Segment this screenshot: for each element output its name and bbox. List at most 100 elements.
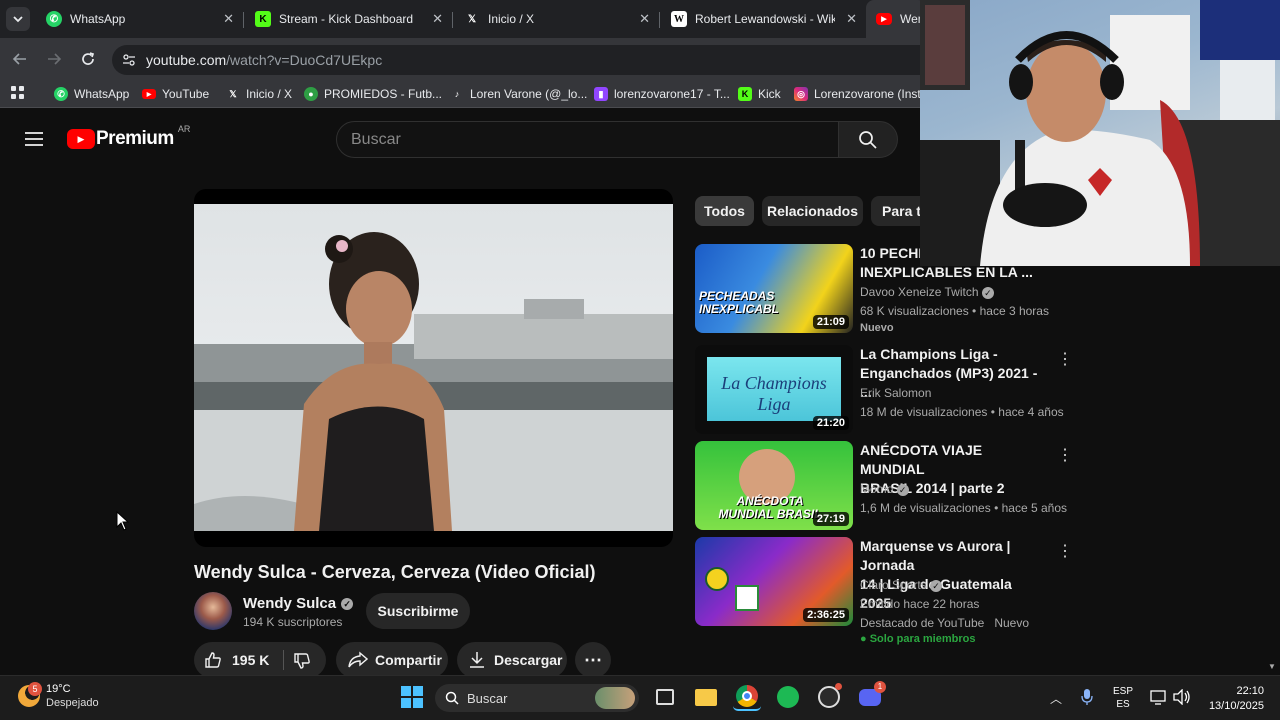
like-count: 195 K <box>232 652 270 668</box>
mouse-cursor-icon <box>116 511 130 531</box>
tab-separator <box>452 12 453 28</box>
spotify-taskbar-button[interactable] <box>774 683 802 711</box>
channel-name[interactable]: Erik Salomon <box>860 386 931 400</box>
more-actions-button[interactable]: ⋯ <box>575 642 611 678</box>
back-button[interactable] <box>12 51 28 72</box>
tab-title: Robert Lewandowski - Wikip <box>695 12 835 26</box>
channel-label: Momo <box>860 482 894 496</box>
new-badge: Nuevo <box>860 322 894 334</box>
weather-widget[interactable]: 5 19°C Despejado <box>18 682 99 710</box>
obs-taskbar-button[interactable] <box>815 683 843 711</box>
volume-icon[interactable] <box>1173 688 1191 710</box>
language-indicator[interactable]: ESP ES <box>1113 685 1133 711</box>
channel-name[interactable]: Momo ✓ <box>860 482 909 496</box>
chip-label: Relacionados <box>766 203 859 219</box>
bookmark-kick[interactable]: K Kick <box>738 85 781 103</box>
site-settings-icon[interactable] <box>122 53 136 67</box>
search-icon <box>859 130 877 149</box>
video-thumbnail[interactable]: PECHEADAS INEXPLICABL 21:09 <box>695 244 853 333</box>
file-explorer-button[interactable] <box>692 683 720 711</box>
share-button[interactable]: Compartir <box>336 642 448 678</box>
video-meta: Emitido hace 22 horas <box>860 597 980 611</box>
promiedos-icon: ● <box>304 87 318 101</box>
menu-icon[interactable] <box>24 131 44 152</box>
youtube-premium-logo[interactable]: ▶ Premium AR <box>67 124 190 150</box>
webcam-image <box>920 0 1280 266</box>
download-label: Descargar <box>494 652 563 668</box>
taskbar-search[interactable]: Buscar <box>435 684 639 712</box>
video-thumbnail[interactable]: 2:36:25 <box>695 537 853 626</box>
video-thumbnail[interactable]: ANÉCDOTA MUNDIAL BRASIL 27:19 <box>695 441 853 530</box>
bookmark-tiktok[interactable]: ♪ Loren Varone (@_lo... <box>450 85 588 103</box>
chip-relacionados[interactable]: Relacionados <box>762 196 863 226</box>
tab-search-button[interactable] <box>6 7 30 31</box>
search-button[interactable] <box>838 121 898 158</box>
close-icon[interactable]: ✕ <box>223 11 234 27</box>
video-player[interactable] <box>194 189 673 547</box>
channel-label: Davoo Xeneize Twitch <box>860 285 979 299</box>
subscribe-button[interactable]: Suscribirme <box>366 593 470 629</box>
more-vert-icon[interactable]: ⋮ <box>1057 445 1073 465</box>
address-bar[interactable]: youtube.com/watch?v=DuoCd7UEkpc <box>112 45 942 75</box>
channel-name[interactable]: Claro Sports ✓ <box>860 578 943 592</box>
apps-icon[interactable] <box>11 86 25 105</box>
close-icon[interactable]: ✕ <box>432 11 443 27</box>
tab-separator <box>243 12 244 28</box>
close-icon[interactable]: ✕ <box>639 11 650 27</box>
weather-alert-badge: 5 <box>28 682 42 696</box>
forward-button[interactable] <box>46 51 62 72</box>
chip-todos[interactable]: Todos <box>695 196 754 226</box>
channel-name-main[interactable]: Wendy Sulca ✓ <box>243 595 354 612</box>
verified-icon: ✓ <box>896 484 909 496</box>
clock[interactable]: 22:10 13/10/2025 <box>1200 684 1264 714</box>
thumbnail-text: PECHEADAS INEXPLICABL <box>699 289 780 316</box>
task-view-button[interactable] <box>651 683 679 711</box>
bookmark-label: lorenzovarone17 - T... <box>614 87 730 101</box>
tab-kick-dashboard[interactable]: K Stream - Kick Dashboard ✕ <box>245 6 451 32</box>
microphone-icon[interactable] <box>1081 688 1093 711</box>
close-icon[interactable]: ✕ <box>846 11 857 27</box>
bookmark-instagram[interactable]: ◎ Lorenzovarone (Inst... <box>794 85 931 103</box>
tab-wikipedia[interactable]: W Robert Lewandowski - Wikip ✕ <box>661 6 865 32</box>
video-title-main: Wendy Sulca - Cerveza, Cerveza (Video Of… <box>194 562 596 582</box>
more-vert-icon[interactable]: ⋮ <box>1057 349 1073 369</box>
team-crest-icon <box>735 585 759 611</box>
reload-icon <box>82 52 95 65</box>
tiktok-icon: ♪ <box>454 89 460 99</box>
recommendation-item[interactable]: La Champions Liga 21:20 La Champions Lig… <box>695 345 1075 435</box>
chevron-up-icon[interactable]: ︿ <box>1050 690 1062 707</box>
video-duration: 21:20 <box>812 416 849 430</box>
search-input[interactable]: Buscar <box>336 121 839 158</box>
title-line: INEXPLICABLES EN LA ... <box>860 264 1033 280</box>
network-icon[interactable] <box>1150 689 1166 710</box>
bookmark-whatsapp[interactable]: ✆ WhatsApp <box>54 85 129 103</box>
bookmark-promiedos[interactable]: ● PROMIEDOS - Futb... <box>304 85 442 103</box>
more-vert-icon[interactable]: ⋮ <box>1057 541 1073 561</box>
kick-icon: K <box>255 11 271 27</box>
download-button[interactable]: Descargar <box>457 642 567 678</box>
channel-avatar[interactable] <box>194 592 232 630</box>
youtube-icon: ▶ <box>142 89 156 99</box>
discord-taskbar-button[interactable]: 1 <box>856 681 886 711</box>
tab-x-inicio[interactable]: 𝕏 Inicio / X ✕ <box>454 6 658 32</box>
reload-button[interactable] <box>80 51 96 72</box>
bookmark-twitch[interactable]: ▮ lorenzovarone17 - T... <box>594 85 730 103</box>
recommendation-item[interactable]: 2:36:25 Marquense vs Aurora | Jornada 14 … <box>695 537 1075 647</box>
dislike-button[interactable] <box>293 652 311 673</box>
tab-whatsapp[interactable]: ✆ WhatsApp ✕ <box>36 6 242 32</box>
share-icon <box>348 651 368 668</box>
bookmark-label: Lorenzovarone (Inst... <box>814 87 931 101</box>
like-button[interactable] <box>204 651 222 672</box>
search-icon <box>445 691 459 705</box>
weather-desc: Despejado <box>46 697 99 709</box>
bookmark-youtube[interactable]: ▶ YouTube <box>142 85 209 103</box>
channel-name[interactable]: Davoo Xeneize Twitch ✓ <box>860 285 994 299</box>
chrome-taskbar-button[interactable] <box>733 683 761 711</box>
tab-title: Stream - Kick Dashboard <box>279 12 414 26</box>
tab-youtube-active[interactable]: ▶ Wen <box>866 0 926 38</box>
recommendation-item[interactable]: ANÉCDOTA MUNDIAL BRASIL 27:19 ANÉCDOTA V… <box>695 441 1075 531</box>
scroll-down-arrow[interactable]: ▼ <box>1268 662 1276 671</box>
bookmark-x[interactable]: 𝕏 Inicio / X <box>226 85 292 103</box>
start-button[interactable] <box>398 683 426 711</box>
video-thumbnail[interactable]: La Champions Liga 21:20 <box>695 345 853 434</box>
